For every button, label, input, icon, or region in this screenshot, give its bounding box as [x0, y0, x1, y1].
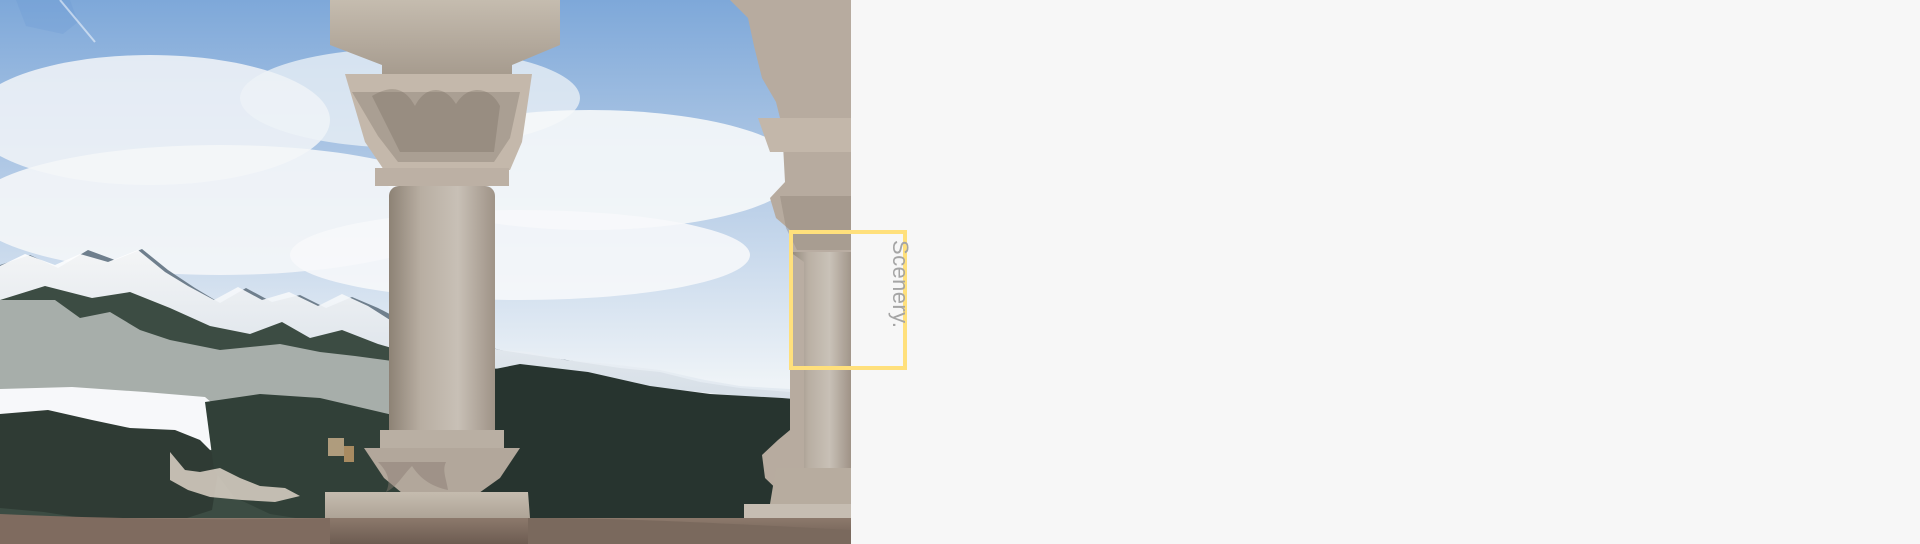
page-canvas: Scenery.: [0, 0, 1920, 544]
caption-text: Scenery.: [888, 240, 913, 329]
landscape-photo: [0, 0, 851, 544]
landscape-photo-icon: [0, 0, 851, 544]
empty-canvas-area: [851, 0, 1920, 544]
